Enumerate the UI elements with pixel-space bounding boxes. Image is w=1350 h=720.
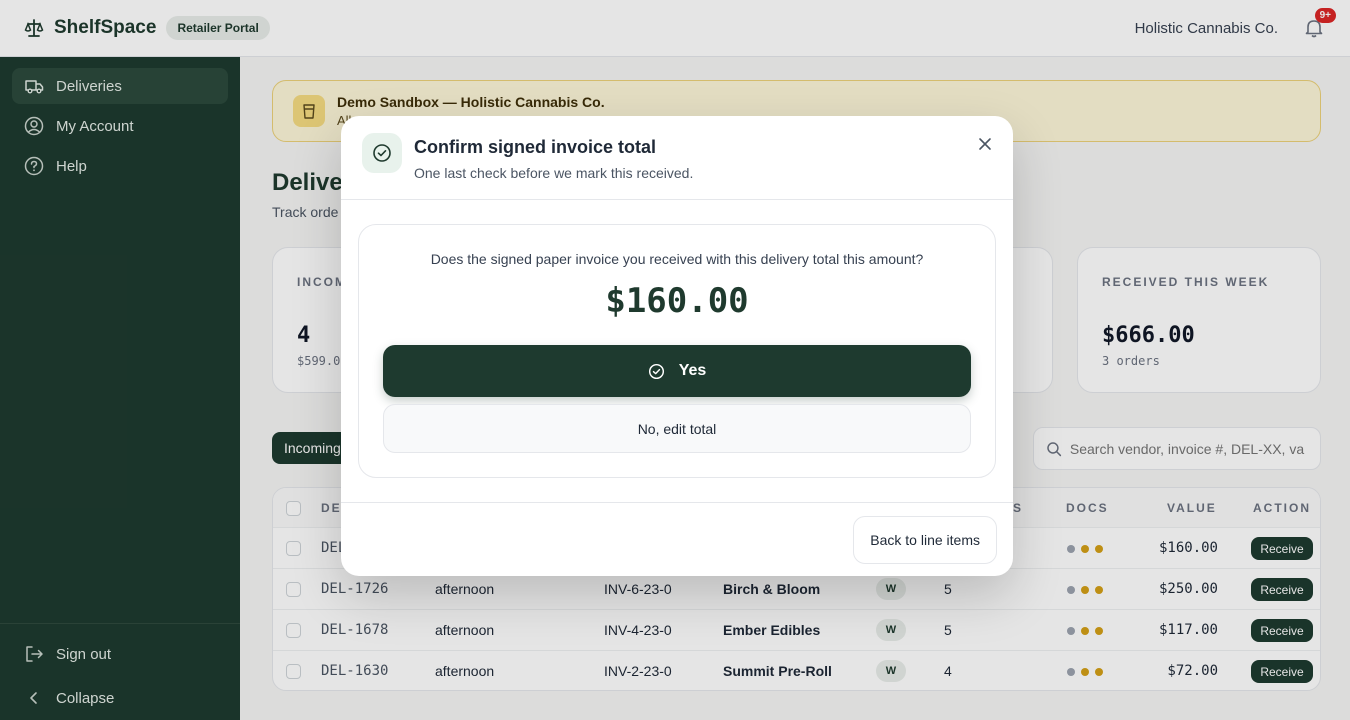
yes-button[interactable]: Yes xyxy=(383,345,971,397)
modal-title: Confirm signed invoice total xyxy=(414,137,657,157)
invoice-amount: $160.00 xyxy=(605,281,749,321)
check-circle-icon xyxy=(648,363,664,379)
modal-header: Confirm signed invoice total One last ch… xyxy=(341,116,1013,200)
no-edit-total-button[interactable]: No, edit total xyxy=(383,404,971,453)
yes-label: Yes xyxy=(678,362,707,379)
confirm-question: Does the signed paper invoice you receiv… xyxy=(430,251,924,267)
modal-footer: Back to line items xyxy=(341,502,1013,576)
close-button[interactable] xyxy=(973,132,997,156)
confirm-invoice-modal: Confirm signed invoice total One last ch… xyxy=(341,116,1013,576)
confirm-card: Does the signed paper invoice you receiv… xyxy=(358,224,996,478)
back-to-line-items-button[interactable]: Back to line items xyxy=(853,516,997,564)
check-circle-icon xyxy=(362,133,402,173)
modal-subtitle: One last check before we mark this recei… xyxy=(414,165,694,181)
close-icon xyxy=(979,138,991,150)
